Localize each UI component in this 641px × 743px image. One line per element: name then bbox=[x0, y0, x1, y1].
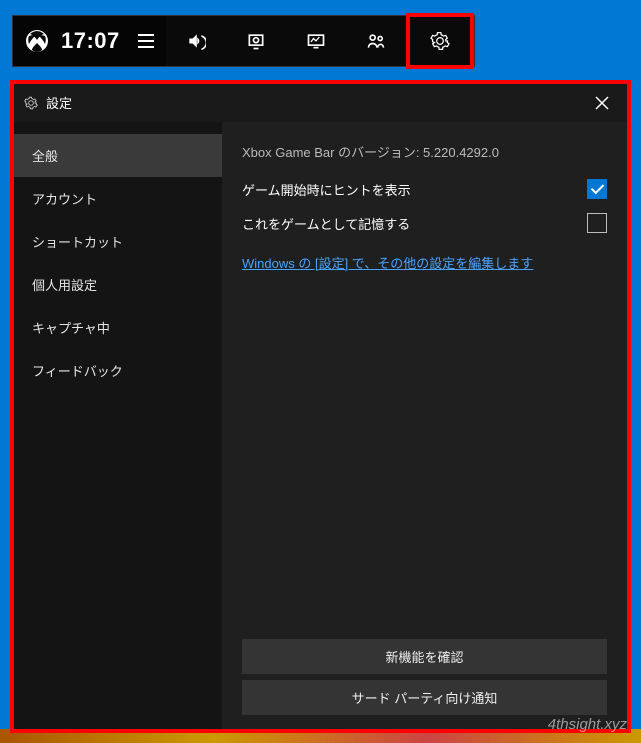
checkbox-remember-game[interactable] bbox=[587, 213, 607, 233]
window-header: 設定 bbox=[14, 84, 627, 122]
game-bar-toolbar: 17:07 bbox=[12, 15, 475, 67]
sidebar-item-general[interactable]: 全般 bbox=[14, 134, 222, 177]
window-title: 設定 bbox=[24, 93, 72, 112]
close-icon bbox=[595, 96, 609, 110]
sidebar-item-feedback[interactable]: フィードバック bbox=[14, 349, 222, 392]
sidebar-item-personalization[interactable]: 個人用設定 bbox=[14, 263, 222, 306]
sidebar-item-account[interactable]: アカウント bbox=[14, 177, 222, 220]
settings-icon[interactable] bbox=[406, 13, 474, 69]
menu-icon[interactable] bbox=[138, 34, 154, 48]
settings-window: 設定 全般 アカウント ショートカット 個人用設定 キャプチャ中 フィードバック… bbox=[10, 80, 631, 733]
performance-icon[interactable] bbox=[286, 16, 346, 66]
sidebar-item-label: 全般 bbox=[32, 149, 58, 164]
option-label: ゲーム開始時にヒントを表示 bbox=[242, 180, 411, 199]
capture-icon[interactable] bbox=[226, 16, 286, 66]
settings-sidebar: 全般 アカウント ショートカット 個人用設定 キャプチャ中 フィードバック bbox=[14, 122, 222, 729]
close-button[interactable] bbox=[587, 96, 617, 110]
option-show-tips: ゲーム開始時にヒントを表示 bbox=[242, 179, 607, 199]
window-title-text: 設定 bbox=[46, 93, 72, 112]
toolbar-left-group: 17:07 bbox=[13, 16, 166, 66]
sidebar-item-shortcuts[interactable]: ショートカット bbox=[14, 220, 222, 263]
sidebar-item-label: キャプチャ中 bbox=[32, 321, 110, 336]
toolbar-clock: 17:07 bbox=[61, 28, 120, 54]
sidebar-item-label: アカウント bbox=[32, 192, 97, 207]
option-label: これをゲームとして記憶する bbox=[242, 214, 410, 233]
windows-settings-link[interactable]: Windows の [設定] で、その他の設定を編集します bbox=[242, 253, 607, 272]
social-icon[interactable] bbox=[346, 16, 406, 66]
checkbox-show-tips[interactable] bbox=[587, 179, 607, 199]
option-remember-game: これをゲームとして記憶する bbox=[242, 213, 607, 233]
toolbar-icons bbox=[166, 16, 474, 66]
sidebar-item-label: ショートカット bbox=[32, 235, 123, 250]
window-body: 全般 アカウント ショートカット 個人用設定 キャプチャ中 フィードバック Xb… bbox=[14, 122, 627, 729]
third-party-notices-button[interactable]: サード パーティ向け通知 bbox=[242, 680, 607, 715]
xbox-logo-icon bbox=[25, 29, 49, 53]
whats-new-button[interactable]: 新機能を確認 bbox=[242, 639, 607, 674]
gear-icon bbox=[24, 96, 38, 110]
version-text: Xbox Game Bar のバージョン: 5.220.4292.0 bbox=[242, 142, 607, 161]
sidebar-item-label: フィードバック bbox=[32, 364, 123, 379]
audio-icon[interactable] bbox=[166, 16, 226, 66]
settings-content: Xbox Game Bar のバージョン: 5.220.4292.0 ゲーム開始… bbox=[222, 122, 627, 729]
sidebar-item-capturing[interactable]: キャプチャ中 bbox=[14, 306, 222, 349]
sidebar-item-label: 個人用設定 bbox=[32, 278, 97, 293]
